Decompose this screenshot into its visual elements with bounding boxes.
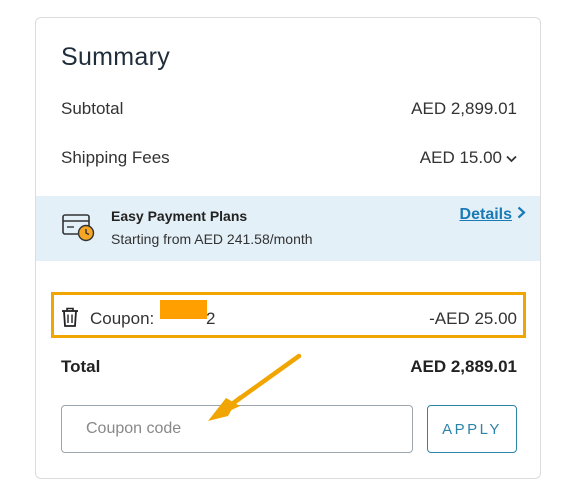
details-link-label: Details	[459, 206, 512, 223]
coupon-amount: -AED 25.00	[429, 309, 517, 328]
subtotal-label: Subtotal	[61, 99, 124, 118]
trash-icon[interactable]	[61, 307, 79, 327]
shipping-fees-toggle[interactable]: AED 15.00	[420, 148, 517, 168]
shipping-fees-label: Shipping Fees	[61, 148, 170, 167]
payment-plans-subtitle: Starting from AED 241.58/month	[111, 231, 313, 247]
summary-title: Summary	[61, 43, 171, 71]
total-label: Total	[61, 357, 101, 376]
card-clock-icon	[62, 214, 95, 242]
total-value: AED 2,889.01	[410, 357, 517, 376]
apply-button[interactable]: APPLY	[427, 405, 517, 453]
redaction-block	[160, 300, 207, 319]
payment-plans-banner: Easy Payment Plans Starting from AED 241…	[36, 196, 540, 261]
chevron-right-icon	[517, 206, 526, 224]
coupon-code-input[interactable]	[61, 405, 413, 453]
subtotal-value: AED 2,899.01	[411, 99, 517, 118]
details-link[interactable]: Details	[460, 206, 526, 224]
coupon-code-text: 2	[206, 309, 216, 328]
payment-plans-title: Easy Payment Plans	[111, 208, 248, 224]
shipping-fees-value: AED 15.00	[419, 148, 502, 167]
chevron-down-icon	[506, 151, 517, 166]
